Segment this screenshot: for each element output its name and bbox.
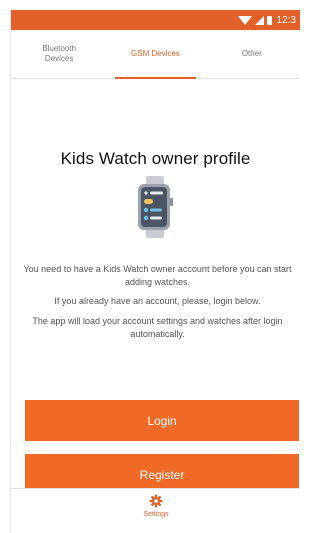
signal-icon — [254, 15, 264, 25]
tab-bluetooth-devices[interactable]: Bluetooth Devices — [11, 30, 107, 78]
tab-label: Bluetooth Devices — [42, 44, 77, 63]
tab-gsm-devices[interactable]: GSM Devices — [107, 30, 203, 79]
tab-label: Other — [241, 49, 262, 58]
login-hint-text: If you already have an account, please, … — [54, 296, 261, 306]
battery-icon — [266, 15, 272, 25]
settings-nav-item[interactable]: Settings — [131, 494, 181, 532]
gear-icon — [149, 494, 163, 508]
status-time: 12:3 — [276, 14, 296, 26]
page-title: Kids Watch owner profile — [60, 149, 251, 168]
tab-label: GSM Devices — [131, 49, 180, 58]
auto-load-text: The app will load your account settings … — [32, 316, 283, 339]
login-button[interactable]: Login — [25, 400, 299, 441]
wifi-icon — [237, 15, 252, 25]
settings-nav-label: Settings — [143, 511, 169, 518]
status-bar: 12:3 — [11, 10, 300, 30]
main-content: Kids Watch owner profile You need to hav… — [11, 79, 300, 514]
intro-text: You need to have a Kids Watch owner acco… — [23, 264, 292, 287]
smartwatch-icon — [138, 176, 173, 238]
app-screen: 12:3 Bluetooth Devices GSM Devices Other… — [10, 10, 300, 533]
device-tabs: Bluetooth Devices GSM Devices Other — [11, 30, 300, 79]
bottom-navigation: Settings — [11, 488, 300, 533]
tab-other[interactable]: Other — [204, 30, 300, 78]
